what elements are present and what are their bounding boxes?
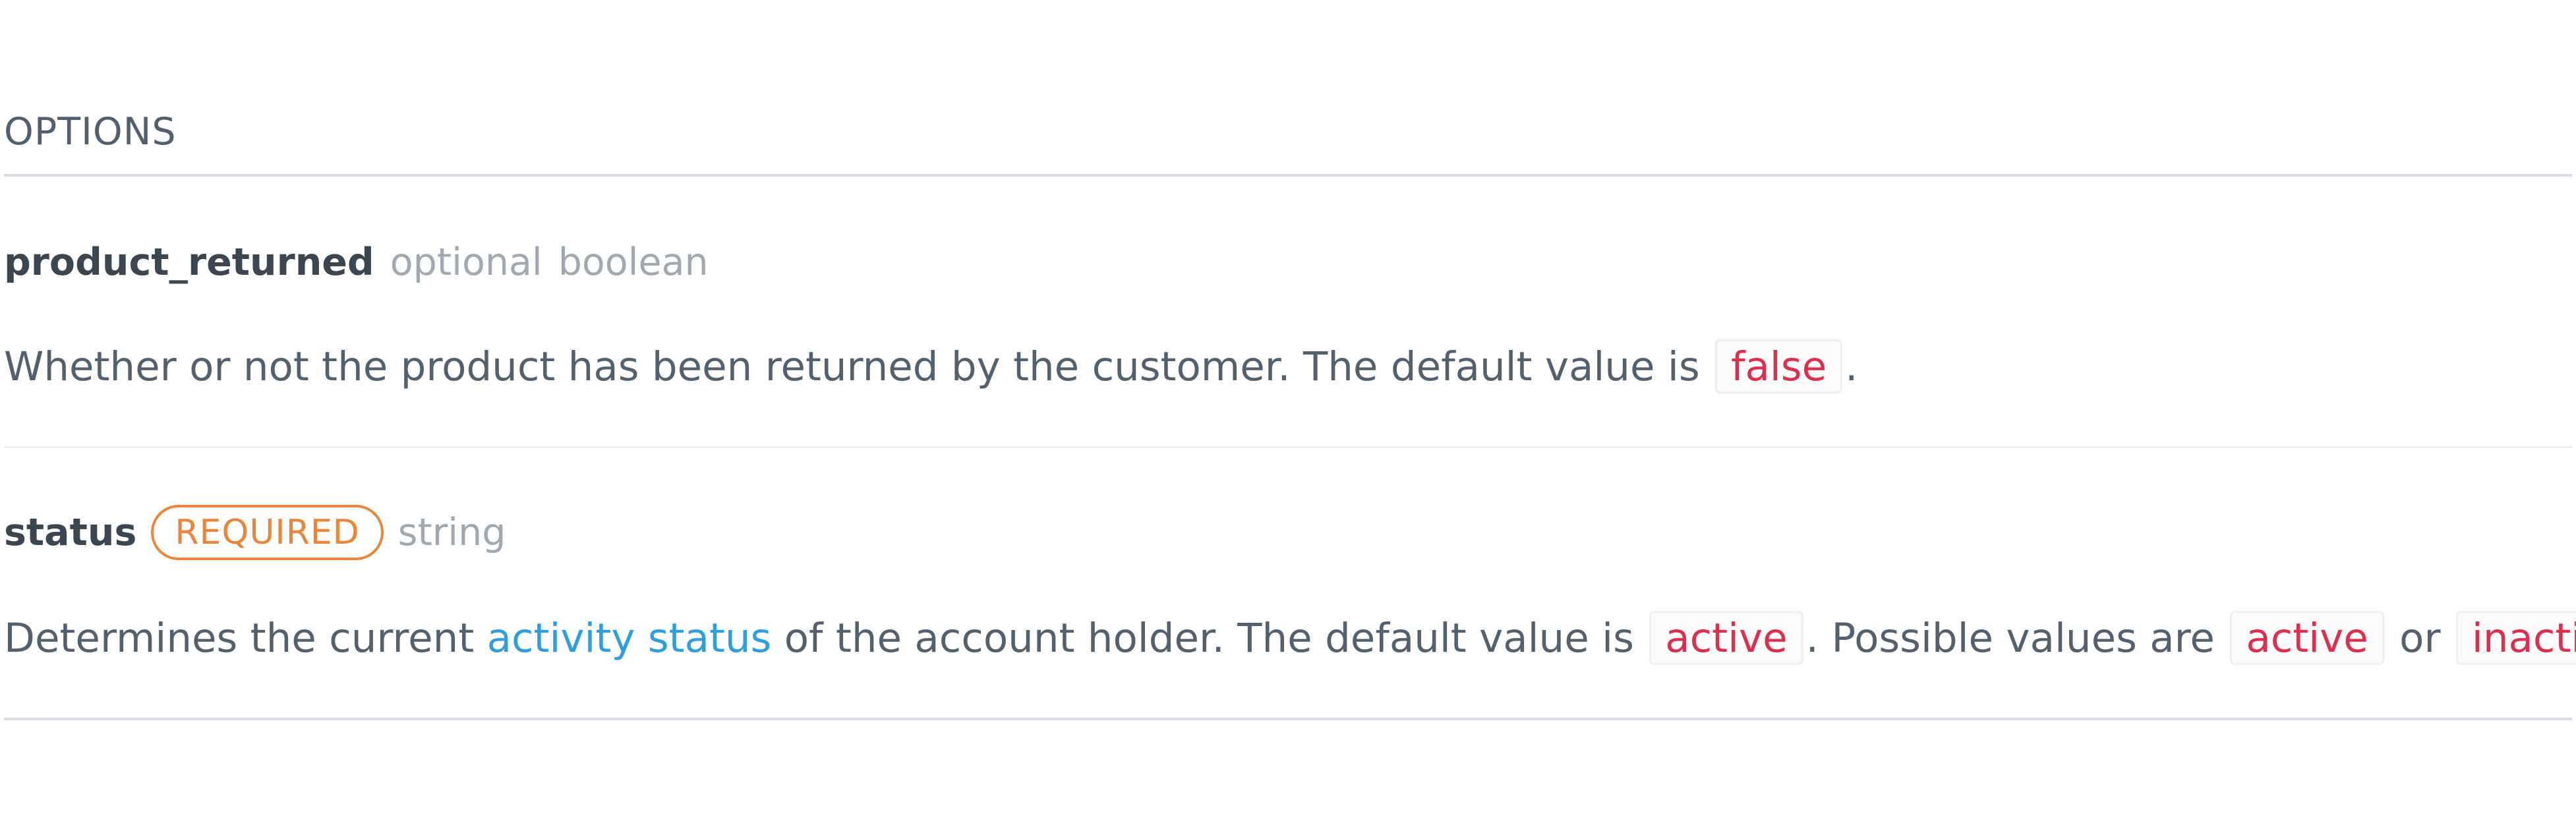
description-text: Whether or not the product has been retu… — [4, 343, 1712, 390]
possible-value-code: inactive — [2455, 611, 2576, 665]
section-divider — [4, 174, 2572, 177]
default-value-code: false — [1715, 339, 1843, 393]
param-type: boolean — [558, 241, 709, 284]
param-description-status: Determines the current activity status o… — [4, 606, 2576, 670]
possible-value-code: active — [2230, 611, 2384, 665]
required-badge: REQUIRED — [151, 505, 384, 560]
options-panel: OPTIONS product_returned optional boolea… — [0, 0, 2576, 833]
param-name: status — [4, 511, 137, 554]
optional-label: optional — [390, 241, 542, 284]
description-text: of the account holder. The default value… — [771, 614, 1647, 662]
param-description-product-returned: Whether or not the product has been retu… — [4, 335, 1858, 398]
param-header-status: status REQUIRED string — [4, 501, 506, 564]
description-text: . — [1845, 343, 1858, 390]
default-value-code: active — [1649, 611, 1803, 665]
section-title: OPTIONS — [4, 110, 177, 154]
param-name: product_returned — [4, 241, 374, 284]
param-type: string — [397, 511, 506, 554]
param-header-product-returned: product_returned optional boolean — [4, 231, 709, 294]
description-text: Determines the current — [4, 614, 487, 662]
param-divider — [4, 446, 2572, 448]
section-bottom-divider — [4, 718, 2572, 720]
description-text: or — [2386, 614, 2453, 662]
activity-status-link[interactable]: activity status — [487, 615, 772, 662]
description-text: . Possible values are — [1805, 614, 2228, 662]
